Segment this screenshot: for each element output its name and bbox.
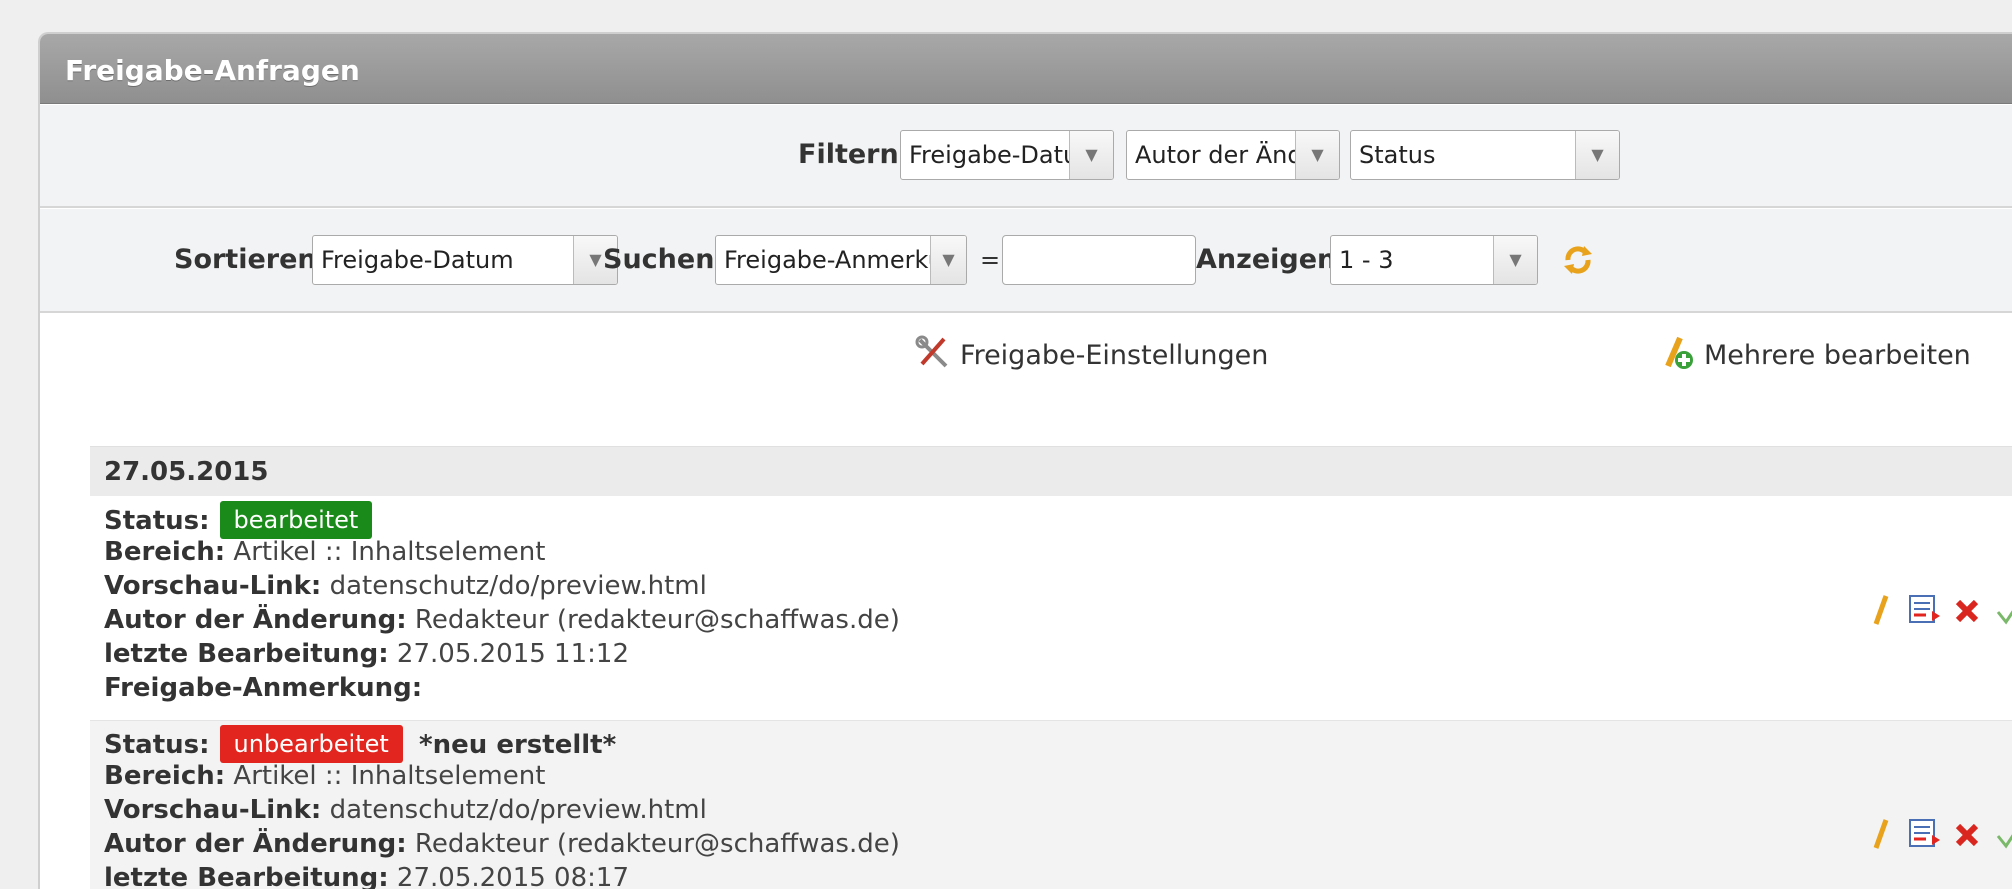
panel-title: Freigabe-Anfragen xyxy=(65,54,360,87)
show-range-value: 1 - 3 xyxy=(1339,246,1394,274)
edit-pencil-icon[interactable] xyxy=(1864,590,1900,630)
preview-link[interactable]: datenschutz/do/preview.html xyxy=(330,795,707,825)
delete-icon[interactable] xyxy=(1950,590,1986,630)
filter-status-value: Status xyxy=(1359,141,1436,169)
status-label: Status: xyxy=(104,506,210,536)
filter-status-select[interactable]: Status ▼ xyxy=(1350,130,1620,180)
preview-line: Vorschau-Link: datenschutz/do/preview.ht… xyxy=(104,795,707,825)
preview-label: Vorschau-Link: xyxy=(104,571,322,601)
preview-label: Vorschau-Link: xyxy=(104,795,322,825)
refresh-icon[interactable] xyxy=(1560,242,1596,278)
multi-edit-link[interactable]: Mehrere bearbeiten xyxy=(1660,334,1971,372)
sort-select[interactable]: Freigabe-Datum ▼ xyxy=(312,235,618,285)
chevron-down-icon: ▼ xyxy=(1295,131,1339,179)
author-label: Autor der Änderung: xyxy=(104,605,407,635)
sort-value: Freigabe-Datum xyxy=(321,246,514,274)
approval-settings-label: Freigabe-Einstellungen xyxy=(960,340,1269,371)
author-line: Autor der Änderung: Redakteur (redakteur… xyxy=(104,605,900,635)
preview-line: Vorschau-Link: datenschutz/do/preview.ht… xyxy=(104,571,707,601)
compare-icon[interactable] xyxy=(1906,590,1942,630)
area-label: Bereich: xyxy=(104,761,226,791)
equals-sign: = xyxy=(980,246,1001,274)
approval-settings-link[interactable]: Freigabe-Einstellungen xyxy=(914,334,1268,372)
chevron-down-icon: ▼ xyxy=(1575,131,1619,179)
area-line: Bereich: Artikel :: Inhaltselement xyxy=(104,537,545,567)
filter-label: Filtern: xyxy=(798,139,910,170)
edited-value: 27.05.2015 11:12 xyxy=(396,639,629,669)
list-item: Status: unbearbeitet *neu erstellt* Berei… xyxy=(90,720,2012,889)
edited-label: letzte Bearbeitung: xyxy=(104,639,389,669)
chevron-down-icon: ▼ xyxy=(1069,131,1113,179)
edited-line: letzte Bearbeitung: 27.05.2015 08:17 xyxy=(104,863,629,889)
area-value: Artikel :: Inhaltselement xyxy=(233,537,546,567)
author-value: Redakteur (redakteur@schaffwas.de) xyxy=(414,605,900,635)
note-label: Freigabe-Anmerkung: xyxy=(104,673,423,703)
multi-edit-icon xyxy=(1665,336,1693,369)
status-badge: unbearbeitet xyxy=(219,725,403,763)
show-label: Anzeigen: xyxy=(1196,244,1348,275)
sort-search-bar: Sortieren: Freigabe-Datum ▼ Suchen: Frei… xyxy=(40,209,2012,313)
edited-label: letzte Bearbeitung: xyxy=(104,863,389,889)
status-line: Status: bearbeitet xyxy=(104,501,373,539)
search-input[interactable] xyxy=(1002,235,1196,285)
edited-line: letzte Bearbeitung: 27.05.2015 11:12 xyxy=(104,639,629,669)
chevron-down-icon: ▼ xyxy=(930,236,966,284)
filter-author-select[interactable]: Autor der Änderu ▼ xyxy=(1126,130,1340,180)
area-value: Artikel :: Inhaltselement xyxy=(233,761,546,791)
new-created-tag: *neu erstellt* xyxy=(419,730,617,760)
show-range-select[interactable]: 1 - 3 ▼ xyxy=(1330,235,1538,285)
note-line: Freigabe-Anmerkung: xyxy=(104,673,422,703)
panel-header: Freigabe-Anfragen xyxy=(40,34,2012,104)
area-line: Bereich: Artikel :: Inhaltselement xyxy=(104,761,545,791)
search-label: Suchen: xyxy=(603,244,726,275)
tools-icon xyxy=(915,335,948,368)
status-badge: bearbeitet xyxy=(219,501,373,539)
approval-requests-panel: Freigabe-Anfragen Filtern: Freigabe-Datu… xyxy=(38,32,2012,889)
compare-icon[interactable] xyxy=(1906,814,1942,854)
search-field-select[interactable]: Freigabe-Anmerkun ▼ xyxy=(715,235,967,285)
author-value: Redakteur (redakteur@schaffwas.de) xyxy=(414,829,900,859)
sort-label: Sortieren: xyxy=(174,244,328,275)
author-label: Autor der Änderung: xyxy=(104,829,407,859)
filter-bar: Filtern: Freigabe-Datum ▼ Autor der Ände… xyxy=(40,105,2012,208)
area-label: Bereich: xyxy=(104,537,226,567)
multi-edit-label: Mehrere bearbeiten xyxy=(1704,340,1971,371)
approve-check-icon[interactable] xyxy=(1992,814,2012,854)
status-label: Status: xyxy=(104,730,210,760)
list-item: Status: bearbeitet Bereich: Artikel :: In… xyxy=(90,497,2012,719)
search-field-value: Freigabe-Anmerkun xyxy=(724,246,959,274)
edited-value: 27.05.2015 08:17 xyxy=(396,863,629,889)
date-group-header: 27.05.2015 xyxy=(90,446,2012,496)
edit-pencil-icon[interactable] xyxy=(1864,814,1900,854)
filter-date-select[interactable]: Freigabe-Datum ▼ xyxy=(900,130,1114,180)
preview-link[interactable]: datenschutz/do/preview.html xyxy=(330,571,707,601)
status-line: Status: unbearbeitet *neu erstellt* xyxy=(104,725,616,763)
chevron-down-icon: ▼ xyxy=(1493,236,1537,284)
date-group-label: 27.05.2015 xyxy=(104,457,269,487)
delete-icon[interactable] xyxy=(1950,814,1986,854)
author-line: Autor der Änderung: Redakteur (redakteur… xyxy=(104,829,900,859)
approve-check-icon[interactable] xyxy=(1992,590,2012,630)
